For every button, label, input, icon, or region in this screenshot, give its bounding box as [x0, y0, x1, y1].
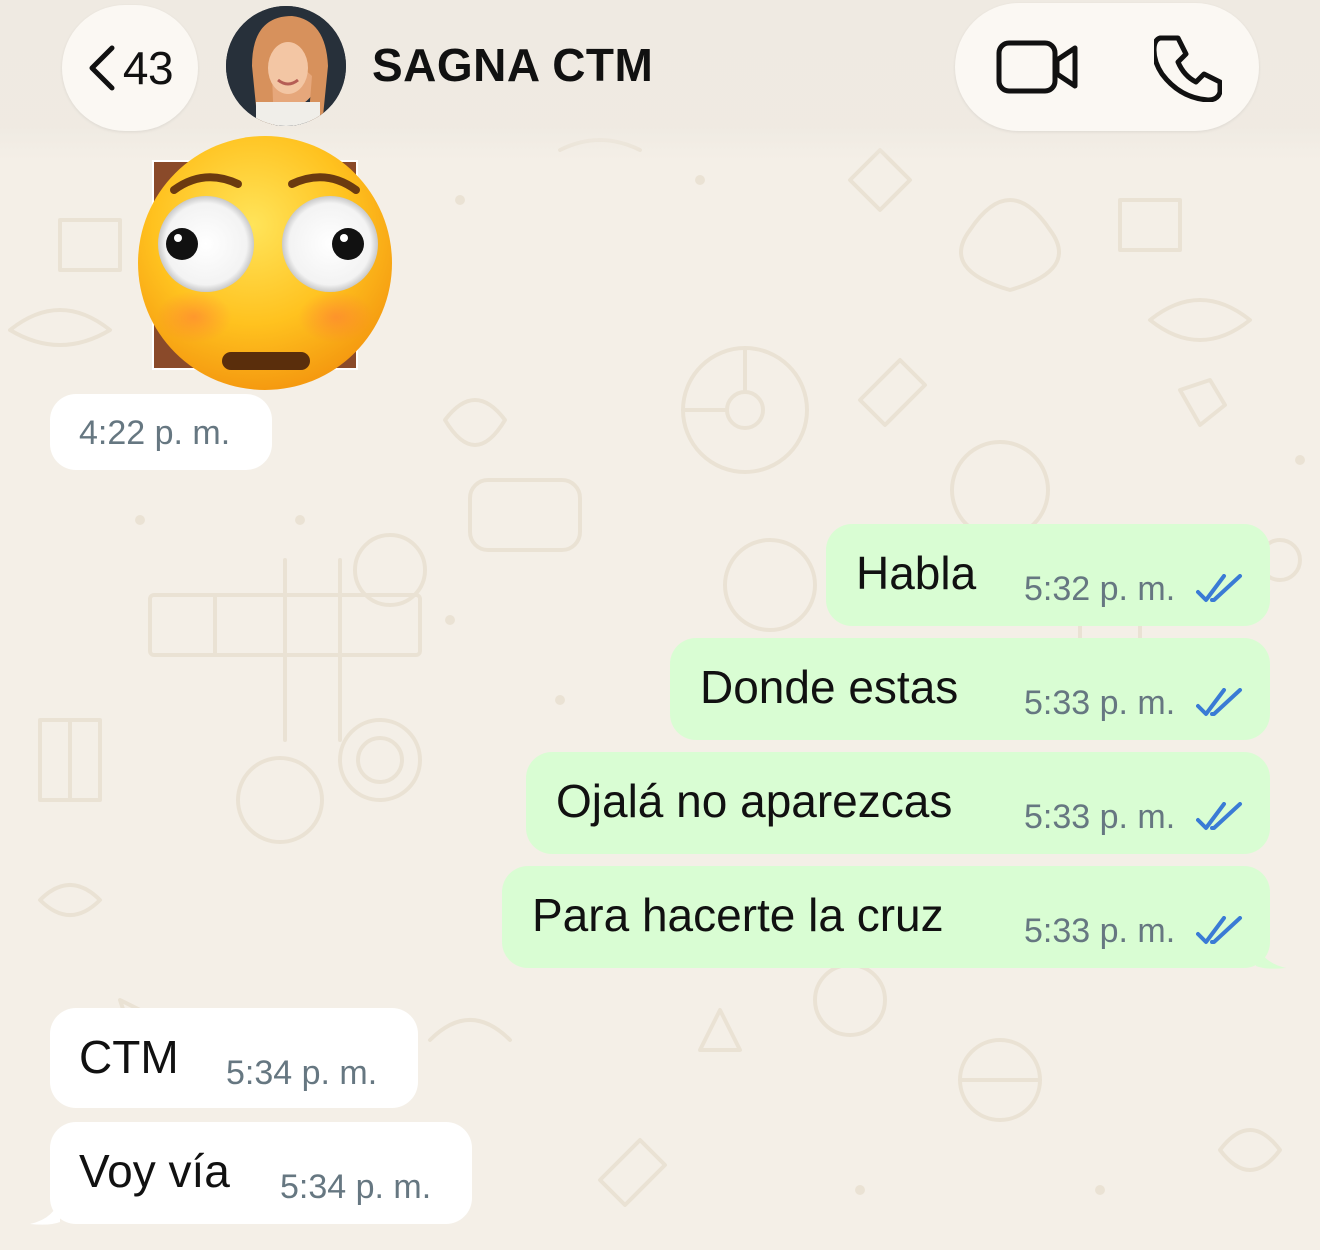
- message-time: 5:32 p. m.: [1024, 570, 1176, 608]
- read-ticks-icon: [1196, 802, 1242, 830]
- message-text: CTM: [79, 1031, 179, 1083]
- read-ticks-icon: [1196, 688, 1242, 716]
- chevron-left-icon: [89, 45, 115, 91]
- video-camera-icon[interactable]: [996, 38, 1080, 96]
- phone-icon[interactable]: [1154, 34, 1222, 102]
- message-text: Habla: [856, 547, 977, 599]
- message-time: 4:22 p. m.: [79, 414, 231, 452]
- contact-name[interactable]: SAGNA CTM: [372, 38, 653, 92]
- read-ticks-icon: [1196, 916, 1242, 944]
- message-time: 5:34 p. m.: [226, 1054, 378, 1092]
- unread-count: 43: [122, 42, 174, 94]
- outgoing-message[interactable]: Ojalá no aparezcas 5:33 p. m.: [526, 752, 1270, 854]
- incoming-message[interactable]: Voy vía 5:34 p. m.: [50, 1122, 472, 1224]
- message-time: 5:33 p. m.: [1024, 798, 1176, 836]
- incoming-message[interactable]: CTM 5:34 p. m.: [50, 1008, 418, 1108]
- message-text: Voy vía: [79, 1145, 230, 1197]
- sticker-time-bubble: 4:22 p. m.: [50, 394, 272, 470]
- message-time: 5:33 p. m.: [1024, 912, 1176, 950]
- avatar-photo: [226, 6, 346, 126]
- message-text: Donde estas: [700, 661, 959, 713]
- message-text: Para hacerte la cruz: [532, 889, 944, 941]
- read-ticks-icon: [1196, 574, 1242, 602]
- outgoing-bubble-tail: [1256, 940, 1286, 969]
- message-time: 5:33 p. m.: [1024, 684, 1176, 722]
- outgoing-message[interactable]: Para hacerte la cruz 5:33 p. m.: [502, 866, 1270, 968]
- incoming-bubble-tail: [30, 1196, 60, 1225]
- outgoing-message[interactable]: Donde estas 5:33 p. m.: [670, 638, 1270, 740]
- flushed-face-emoji[interactable]: [134, 132, 396, 394]
- message-text: Ojalá no aparezcas: [556, 775, 953, 827]
- back-button[interactable]: 43: [62, 5, 198, 131]
- outgoing-message[interactable]: Habla 5:32 p. m.: [826, 524, 1270, 626]
- avatar[interactable]: [226, 6, 346, 126]
- message-time: 5:34 p. m.: [280, 1168, 432, 1206]
